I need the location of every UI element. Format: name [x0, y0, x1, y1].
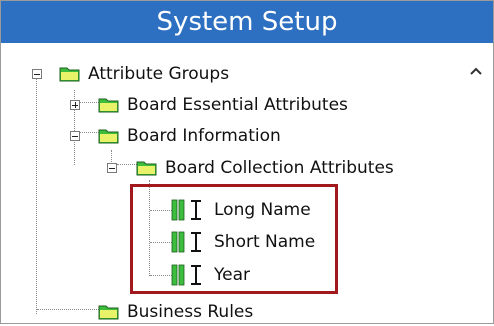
- tree-node-board-information[interactable]: Board Information: [98, 122, 281, 150]
- tree-node-board-essential-attributes[interactable]: Board Essential Attributes: [98, 91, 348, 119]
- window-title: System Setup: [156, 7, 338, 37]
- expand-toggle[interactable]: [70, 100, 80, 110]
- tree-line: [79, 102, 99, 103]
- tree-line: [117, 164, 137, 165]
- tree-node-label: Board Information: [127, 126, 281, 146]
- tree-line: [37, 309, 99, 310]
- title-bar: System Setup: [1, 1, 493, 43]
- tree-line: [36, 78, 37, 314]
- collapse-toggle[interactable]: [32, 69, 42, 79]
- folder-icon: [136, 161, 157, 176]
- tree-node-label: Board Collection Attributes: [165, 158, 394, 178]
- folder-icon: [98, 305, 119, 320]
- tree-node-label: Board Essential Attributes: [127, 95, 348, 115]
- tree-node-label: Attribute Groups: [88, 64, 230, 84]
- folder-icon: [98, 98, 119, 113]
- tree-line: [79, 132, 99, 133]
- tree-node-business-rules[interactable]: Business Rules: [98, 298, 253, 326]
- folder-icon: [59, 67, 80, 82]
- collapse-toggle[interactable]: [70, 131, 80, 141]
- tree-node-attribute-groups[interactable]: Attribute Groups: [59, 60, 229, 88]
- tree-node-label: Business Rules: [127, 302, 254, 322]
- collapse-toggle[interactable]: [107, 163, 117, 173]
- vertical-scrollbar[interactable]: [460, 44, 493, 323]
- highlight-box: [130, 184, 338, 294]
- folder-icon: [98, 129, 119, 144]
- scroll-up-arrow-icon[interactable]: [469, 66, 483, 76]
- tree-node-board-collection-attributes[interactable]: Board Collection Attributes: [136, 154, 394, 182]
